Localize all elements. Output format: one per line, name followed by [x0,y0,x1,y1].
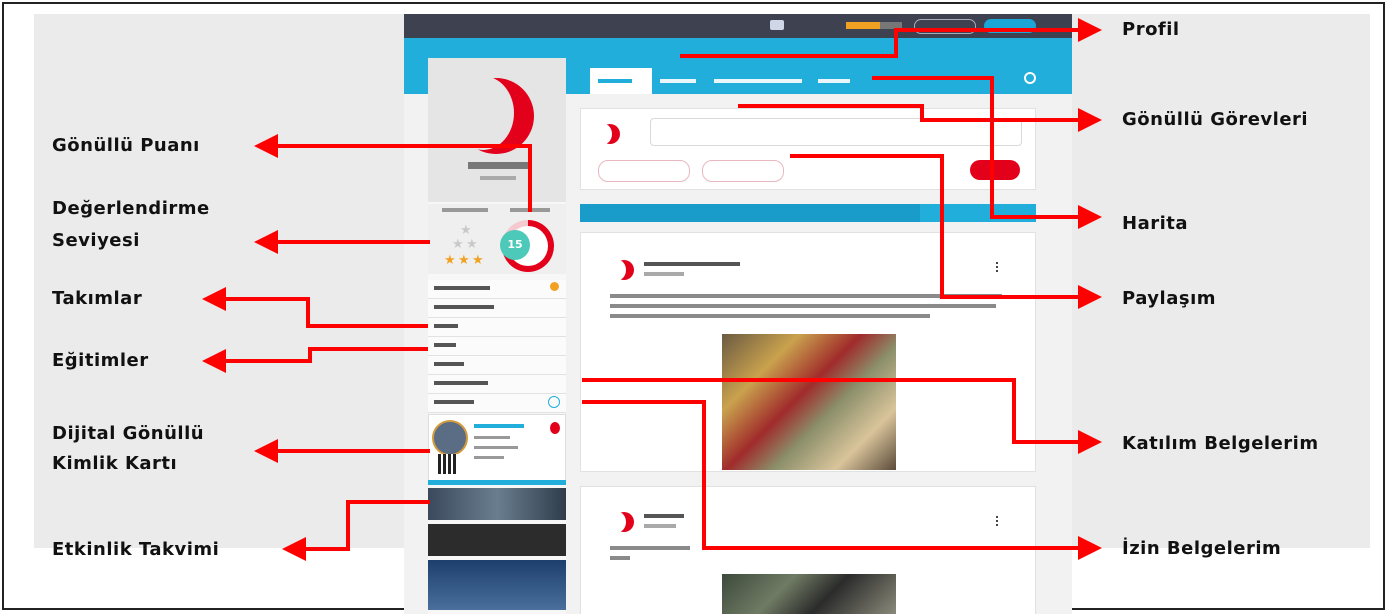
team-badge-icon [550,282,559,291]
profile-subtitle [480,176,516,180]
volunteer-score-badge: 15 [500,230,530,260]
label-harita: Harita [1122,213,1189,234]
post-menu-icon[interactable] [996,516,1001,526]
label-dijital-line2: Kimlik Kartı [52,453,178,474]
label-katilim-belgelerim: Katılım Belgelerim [1122,433,1319,454]
menu-item-other[interactable] [428,394,566,413]
post-photo[interactable] [722,334,896,470]
avatar [432,420,468,456]
post-photo[interactable] [722,574,896,614]
post-text-line [610,304,996,308]
label-gonullu-gorevleri: Gönüllü Görevleri [1122,109,1309,130]
level-progress-bar [846,22,902,29]
tab-volunteer-tasks-label[interactable] [714,79,802,83]
post-text-line [610,546,690,550]
label-paylasim: Paylaşım [1122,288,1216,309]
menu-item-participation-certificates[interactable] [428,356,566,375]
label-takimlar: Takımlar [52,288,143,309]
star-icon: ★ [452,237,464,252]
red-crescent-logo-cutout [452,76,514,150]
post-text-line [610,556,630,560]
topbar-outline-button[interactable] [914,19,976,34]
feed-segment-active[interactable] [580,204,920,222]
attachment-button[interactable] [702,160,784,182]
label-dijital-line1: Dijital Gönüllü [52,423,205,444]
label-gonullu-puani: Gönüllü Puanı [52,135,200,156]
label-egitimler: Eğitimler [52,350,149,371]
label-degerlendirme-line1: Değerlendirme [52,198,210,219]
post-timestamp [644,272,684,276]
profile-name [468,162,528,169]
post-author-name [644,262,740,266]
qr-code-icon [438,454,458,474]
tab-profile-label[interactable] [660,79,696,83]
id-card-accent-bar [428,480,566,485]
topbar-primary-button[interactable] [984,19,1036,33]
menu-item-trainings[interactable] [428,318,566,337]
label-profil: Profil [1122,19,1180,40]
photo-video-button[interactable] [598,160,690,182]
post-timestamp [644,524,676,528]
menu-item-my-teams[interactable] [428,280,566,299]
search-icon[interactable] [1024,72,1036,84]
language-flag-icon[interactable] [770,20,784,30]
menu-item-teams[interactable] [428,299,566,318]
info-icon [548,396,560,408]
star-icon: ★ [472,253,484,268]
post-author-logo-cutout [610,512,626,532]
label-izin-belgelerim: İzin Belgelerim [1122,538,1282,559]
post-menu-icon[interactable] [996,262,1001,272]
star-icon: ★ [444,253,456,268]
label-etkinlik-takvimi: Etkinlik Takvimi [52,539,220,560]
level-progress-fill [846,22,880,29]
rating-caption [442,208,488,212]
star-icon: ★ [466,237,478,252]
menu-item-education[interactable] [428,337,566,356]
share-input[interactable] [650,118,1022,146]
banner-secondary[interactable] [428,524,566,556]
post-text-line [610,314,930,318]
star-icon: ★ [460,223,472,238]
banner-promo[interactable] [428,560,566,610]
share-box-logo-cutout [596,124,612,144]
menu-item-permission-certificates[interactable] [428,375,566,394]
id-card-logo [550,422,560,434]
score-caption [510,208,550,212]
star-icon: ★ [458,253,470,268]
tab-map-label[interactable] [818,79,850,83]
share-button[interactable] [970,160,1020,180]
id-card-line [474,456,504,459]
label-degerlendirme-line2: Seviyesi [52,230,140,251]
id-card-name [474,424,524,428]
id-card-line [474,446,518,449]
post-author-logo-cutout [610,260,626,280]
post-author-name [644,514,684,518]
app-screenshot: ★ ★ ★ ★ ★ ★ 15 [404,14,1072,614]
id-card-line [474,436,510,439]
event-calendar-banner[interactable] [428,488,566,520]
post-text-line [610,294,1002,298]
tab-home-label [598,79,632,83]
